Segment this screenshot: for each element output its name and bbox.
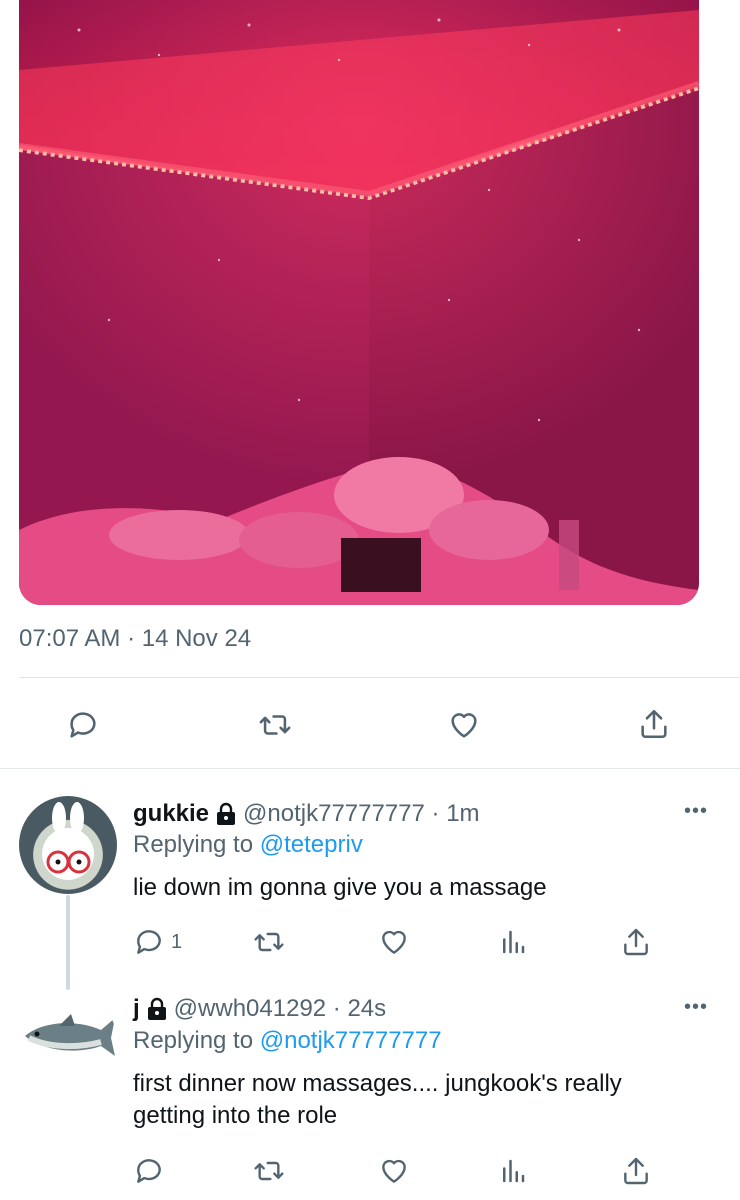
analytics-icon xyxy=(503,930,525,954)
reply-text-line: first dinner now massages.... jungkook's… xyxy=(133,1070,622,1097)
retweet-button[interactable] xyxy=(252,1155,286,1187)
heart-icon xyxy=(451,713,477,738)
reply-icon xyxy=(137,1159,161,1183)
heart-icon xyxy=(382,1159,406,1183)
replying-prefix: Replying to xyxy=(133,831,254,858)
reply-header: j @wwh041292 · 24s xyxy=(133,995,386,1023)
more-icon[interactable]: ••• xyxy=(684,800,708,823)
reply-button[interactable] xyxy=(133,1155,165,1187)
replying-mention[interactable]: @tetepriv xyxy=(260,831,363,858)
avatar[interactable] xyxy=(19,992,117,1090)
share-icon xyxy=(624,1157,648,1185)
handle-and-time[interactable]: @notjk77777777 · 1m xyxy=(243,800,480,828)
retweet-button[interactable] xyxy=(257,708,293,742)
reply-button[interactable] xyxy=(66,708,100,742)
replying-to: Replying to @tetepriv xyxy=(133,831,363,859)
retweet-icon xyxy=(254,1161,284,1181)
analytics-icon xyxy=(503,1159,525,1183)
analytics-button[interactable] xyxy=(498,926,528,958)
handle-and-time[interactable]: @wwh041292 · 24s xyxy=(174,995,386,1023)
share-icon xyxy=(624,928,648,956)
like-button[interactable] xyxy=(377,1155,411,1187)
main-tweet-actions xyxy=(0,698,740,752)
bunny-avatar-image xyxy=(42,802,94,880)
divider xyxy=(19,677,740,678)
reply-button[interactable]: 1 xyxy=(133,926,182,958)
reply-text-line: getting into the role xyxy=(133,1102,338,1129)
retweet-button[interactable] xyxy=(252,926,286,958)
replying-prefix: Replying to xyxy=(133,1027,254,1054)
replying-mention[interactable]: @notjk77777777 xyxy=(260,1027,442,1054)
retweet-icon xyxy=(259,715,291,735)
heart-icon xyxy=(382,930,406,954)
fish-avatar-image xyxy=(25,1014,115,1056)
analytics-button[interactable] xyxy=(498,1155,528,1187)
display-name[interactable]: j xyxy=(133,995,140,1023)
reply-text: lie down im gonna give you a massage xyxy=(133,874,547,901)
lock-icon xyxy=(147,997,166,1020)
reply-icon xyxy=(137,930,161,954)
share-button[interactable] xyxy=(620,1154,652,1188)
display-name[interactable]: gukkie xyxy=(133,800,209,828)
reply-icon xyxy=(70,712,96,738)
reply-text: first dinner now massages.... jungkook's… xyxy=(133,1068,622,1132)
retweet-icon xyxy=(254,932,284,952)
like-button[interactable] xyxy=(446,708,482,742)
thread-line xyxy=(66,895,70,990)
like-button[interactable] xyxy=(377,926,411,958)
replying-to: Replying to @notjk77777777 xyxy=(133,1027,442,1055)
tweet-timestamp: 07:07 AM · 14 Nov 24 xyxy=(19,625,252,652)
lock-icon xyxy=(217,802,236,825)
more-icon[interactable]: ••• xyxy=(684,996,708,1019)
avatar[interactable] xyxy=(19,796,117,894)
share-button[interactable] xyxy=(620,925,652,959)
share-button[interactable] xyxy=(637,706,671,742)
share-icon xyxy=(641,709,667,739)
tweet-media-photo[interactable] xyxy=(19,0,699,605)
room-photo-illustration xyxy=(19,0,699,605)
reply-count: 1 xyxy=(171,930,183,953)
reply-header: gukkie @notjk77777777 · 1m xyxy=(133,800,480,828)
divider xyxy=(0,768,740,769)
